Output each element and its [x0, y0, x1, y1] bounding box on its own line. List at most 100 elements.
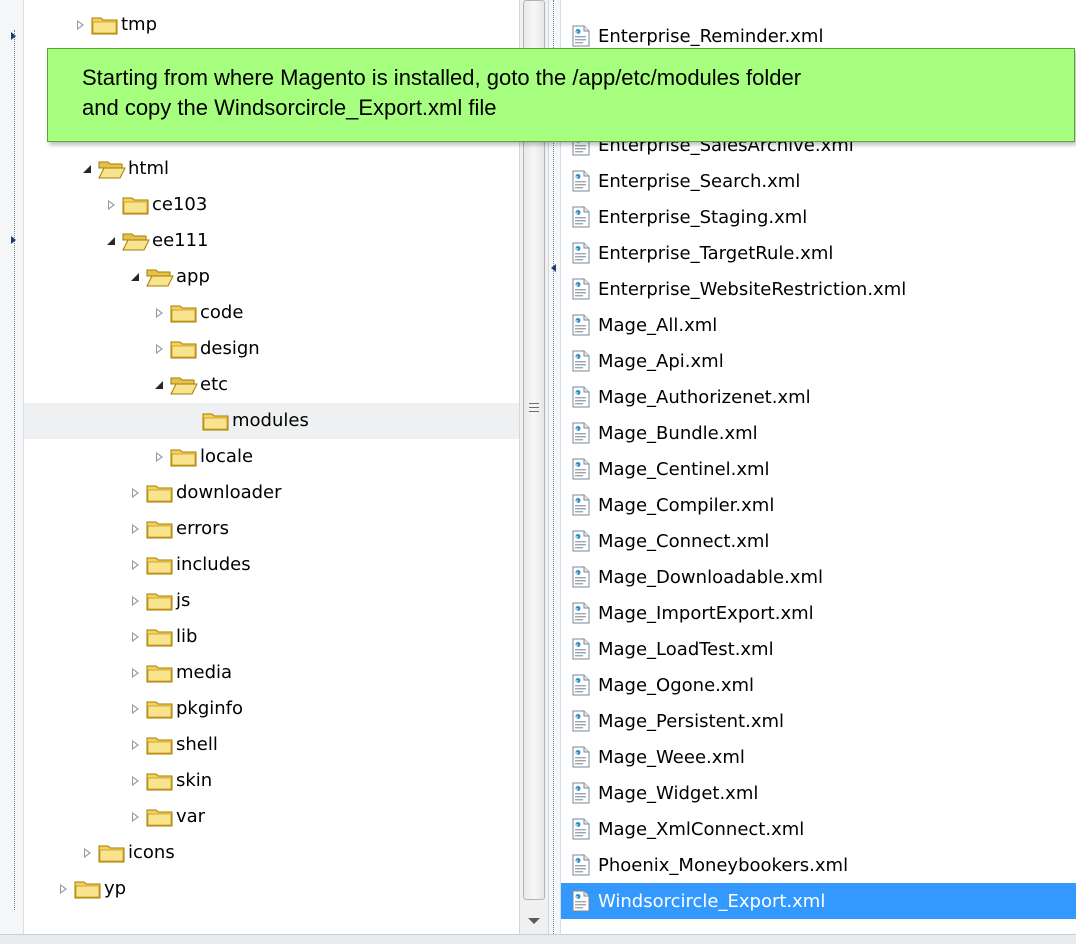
tree-item-tmp[interactable]: tmp: [24, 7, 519, 43]
tree-item-ce103[interactable]: ce103: [24, 187, 519, 223]
tree-item-includes[interactable]: includes: [24, 547, 519, 583]
xml-file-icon: e: [572, 422, 590, 444]
pane-arrow-icon[interactable]: [11, 236, 16, 244]
svg-text:e: e: [576, 787, 579, 792]
expand-arrow-icon[interactable]: [128, 665, 144, 681]
svg-text:e: e: [576, 535, 579, 540]
folder-icon: [202, 413, 229, 431]
file-item[interactable]: e Phoenix_Moneybookers.xml: [561, 847, 1076, 883]
xml-file-icon: e: [572, 602, 590, 624]
file-name: Mage_Authorizenet.xml: [598, 386, 811, 408]
expand-arrow-icon[interactable]: [104, 197, 120, 213]
file-name: Mage_Compiler.xml: [598, 494, 775, 516]
expand-arrow-icon[interactable]: [128, 593, 144, 609]
scroll-down-arrow-icon[interactable]: [528, 918, 540, 924]
tree-item-etc[interactable]: etc: [24, 367, 519, 403]
collapse-arrow-icon[interactable]: [152, 377, 168, 393]
expand-arrow-icon[interactable]: [73, 17, 89, 33]
navigation-pane-edge: [0, 0, 24, 934]
tree-item-label: html: [128, 158, 170, 179]
file-item[interactable]: e Enterprise_Search.xml: [561, 163, 1076, 199]
file-item[interactable]: e Enterprise_Staging.xml: [561, 199, 1076, 235]
expand-arrow-icon[interactable]: [128, 629, 144, 645]
file-item[interactable]: e Windsorcircle_Export.xml: [561, 883, 1076, 919]
tree-item-code[interactable]: code: [24, 295, 519, 331]
svg-text:e: e: [576, 715, 579, 720]
expand-arrow-icon[interactable]: [128, 557, 144, 573]
expand-arrow-icon[interactable]: [56, 881, 72, 897]
tree-item-modules[interactable]: modules: [24, 403, 519, 439]
file-item[interactable]: e Mage_Compiler.xml: [561, 487, 1076, 523]
file-item[interactable]: e Mage_All.xml: [561, 307, 1076, 343]
tree-item-lib[interactable]: lib: [24, 619, 519, 655]
xml-file-icon: e: [572, 170, 590, 192]
file-item[interactable]: e Mage_Weee.xml: [561, 739, 1076, 775]
file-item[interactable]: e Mage_Authorizenet.xml: [561, 379, 1076, 415]
expand-arrow-icon[interactable]: [128, 521, 144, 537]
tree-item-label: lib: [176, 626, 198, 647]
file-name: Windsorcircle_Export.xml: [598, 890, 826, 912]
expand-arrow-icon[interactable]: [128, 701, 144, 717]
collapse-arrow-icon[interactable]: [80, 161, 96, 177]
file-item[interactable]: e Mage_LoadTest.xml: [561, 631, 1076, 667]
tree-item-yp[interactable]: yp: [24, 871, 519, 907]
file-item[interactable]: e Mage_Downloadable.xml: [561, 559, 1076, 595]
tree-item-downloader[interactable]: downloader: [24, 475, 519, 511]
expand-arrow-icon[interactable]: [152, 305, 168, 321]
expand-arrow-icon[interactable]: [128, 737, 144, 753]
folder-icon: [146, 557, 173, 575]
tree-item-html[interactable]: html: [24, 151, 519, 187]
folder-icon: [74, 881, 101, 899]
file-item[interactable]: e Mage_Ogone.xml: [561, 667, 1076, 703]
tree-item-icons[interactable]: icons: [24, 835, 519, 871]
xml-file-icon: e: [572, 530, 590, 552]
svg-text:e: e: [576, 30, 579, 35]
tree-item-label: pkginfo: [176, 698, 244, 719]
file-item[interactable]: e Mage_Bundle.xml: [561, 415, 1076, 451]
xml-file-icon: e: [572, 314, 590, 336]
collapse-arrow-icon[interactable]: [104, 233, 120, 249]
expand-arrow-icon[interactable]: [152, 449, 168, 465]
tree-item-errors[interactable]: errors: [24, 511, 519, 547]
xml-file-icon: e: [572, 890, 590, 912]
tree-item-var[interactable]: var: [24, 799, 519, 835]
tree-item-media[interactable]: media: [24, 655, 519, 691]
file-item[interactable]: e Mage_Widget.xml: [561, 775, 1076, 811]
file-item[interactable]: e Mage_Api.xml: [561, 343, 1076, 379]
collapse-arrow-icon[interactable]: [128, 269, 144, 285]
svg-text:e: e: [576, 607, 579, 612]
svg-text:e: e: [576, 391, 579, 396]
tree-item-locale[interactable]: locale: [24, 439, 519, 475]
svg-text:e: e: [576, 211, 579, 216]
xml-file-icon: e: [572, 746, 590, 768]
file-item[interactable]: e Mage_Persistent.xml: [561, 703, 1076, 739]
collapse-pane-arrow-icon[interactable]: [551, 264, 556, 272]
tree-item-app[interactable]: app: [24, 259, 519, 295]
expand-arrow-icon[interactable]: [128, 809, 144, 825]
expand-arrow-icon[interactable]: [80, 845, 96, 861]
file-item[interactable]: e Enterprise_TargetRule.xml: [561, 235, 1076, 271]
expand-arrow-icon[interactable]: [128, 773, 144, 789]
file-item[interactable]: e Mage_XmlConnect.xml: [561, 811, 1076, 847]
tree-item-js[interactable]: js: [24, 583, 519, 619]
tree-item-skin[interactable]: skin: [24, 763, 519, 799]
tree-item-ee111[interactable]: ee111: [24, 223, 519, 259]
file-name: Phoenix_Moneybookers.xml: [598, 854, 849, 876]
tree-item-label: yp: [104, 878, 127, 899]
xml-file-icon: e: [572, 386, 590, 408]
file-item[interactable]: e Enterprise_WebsiteRestriction.xml: [561, 271, 1076, 307]
tree-item-pkginfo[interactable]: pkginfo: [24, 691, 519, 727]
file-item[interactable]: e Mage_Connect.xml: [561, 523, 1076, 559]
expand-arrow-icon[interactable]: [128, 485, 144, 501]
file-item[interactable]: e Mage_Centinel.xml: [561, 451, 1076, 487]
file-name: Enterprise_TargetRule.xml: [598, 242, 834, 264]
tree-item-label: design: [200, 338, 260, 359]
folder-icon: [146, 701, 173, 719]
file-name: Mage_Downloadable.xml: [598, 566, 823, 588]
pane-arrow-icon[interactable]: [11, 32, 16, 40]
tree-item-design[interactable]: design: [24, 331, 519, 367]
expand-arrow-icon[interactable]: [152, 341, 168, 357]
xml-file-icon: e: [572, 206, 590, 228]
tree-item-shell[interactable]: shell: [24, 727, 519, 763]
file-item[interactable]: e Mage_ImportExport.xml: [561, 595, 1076, 631]
